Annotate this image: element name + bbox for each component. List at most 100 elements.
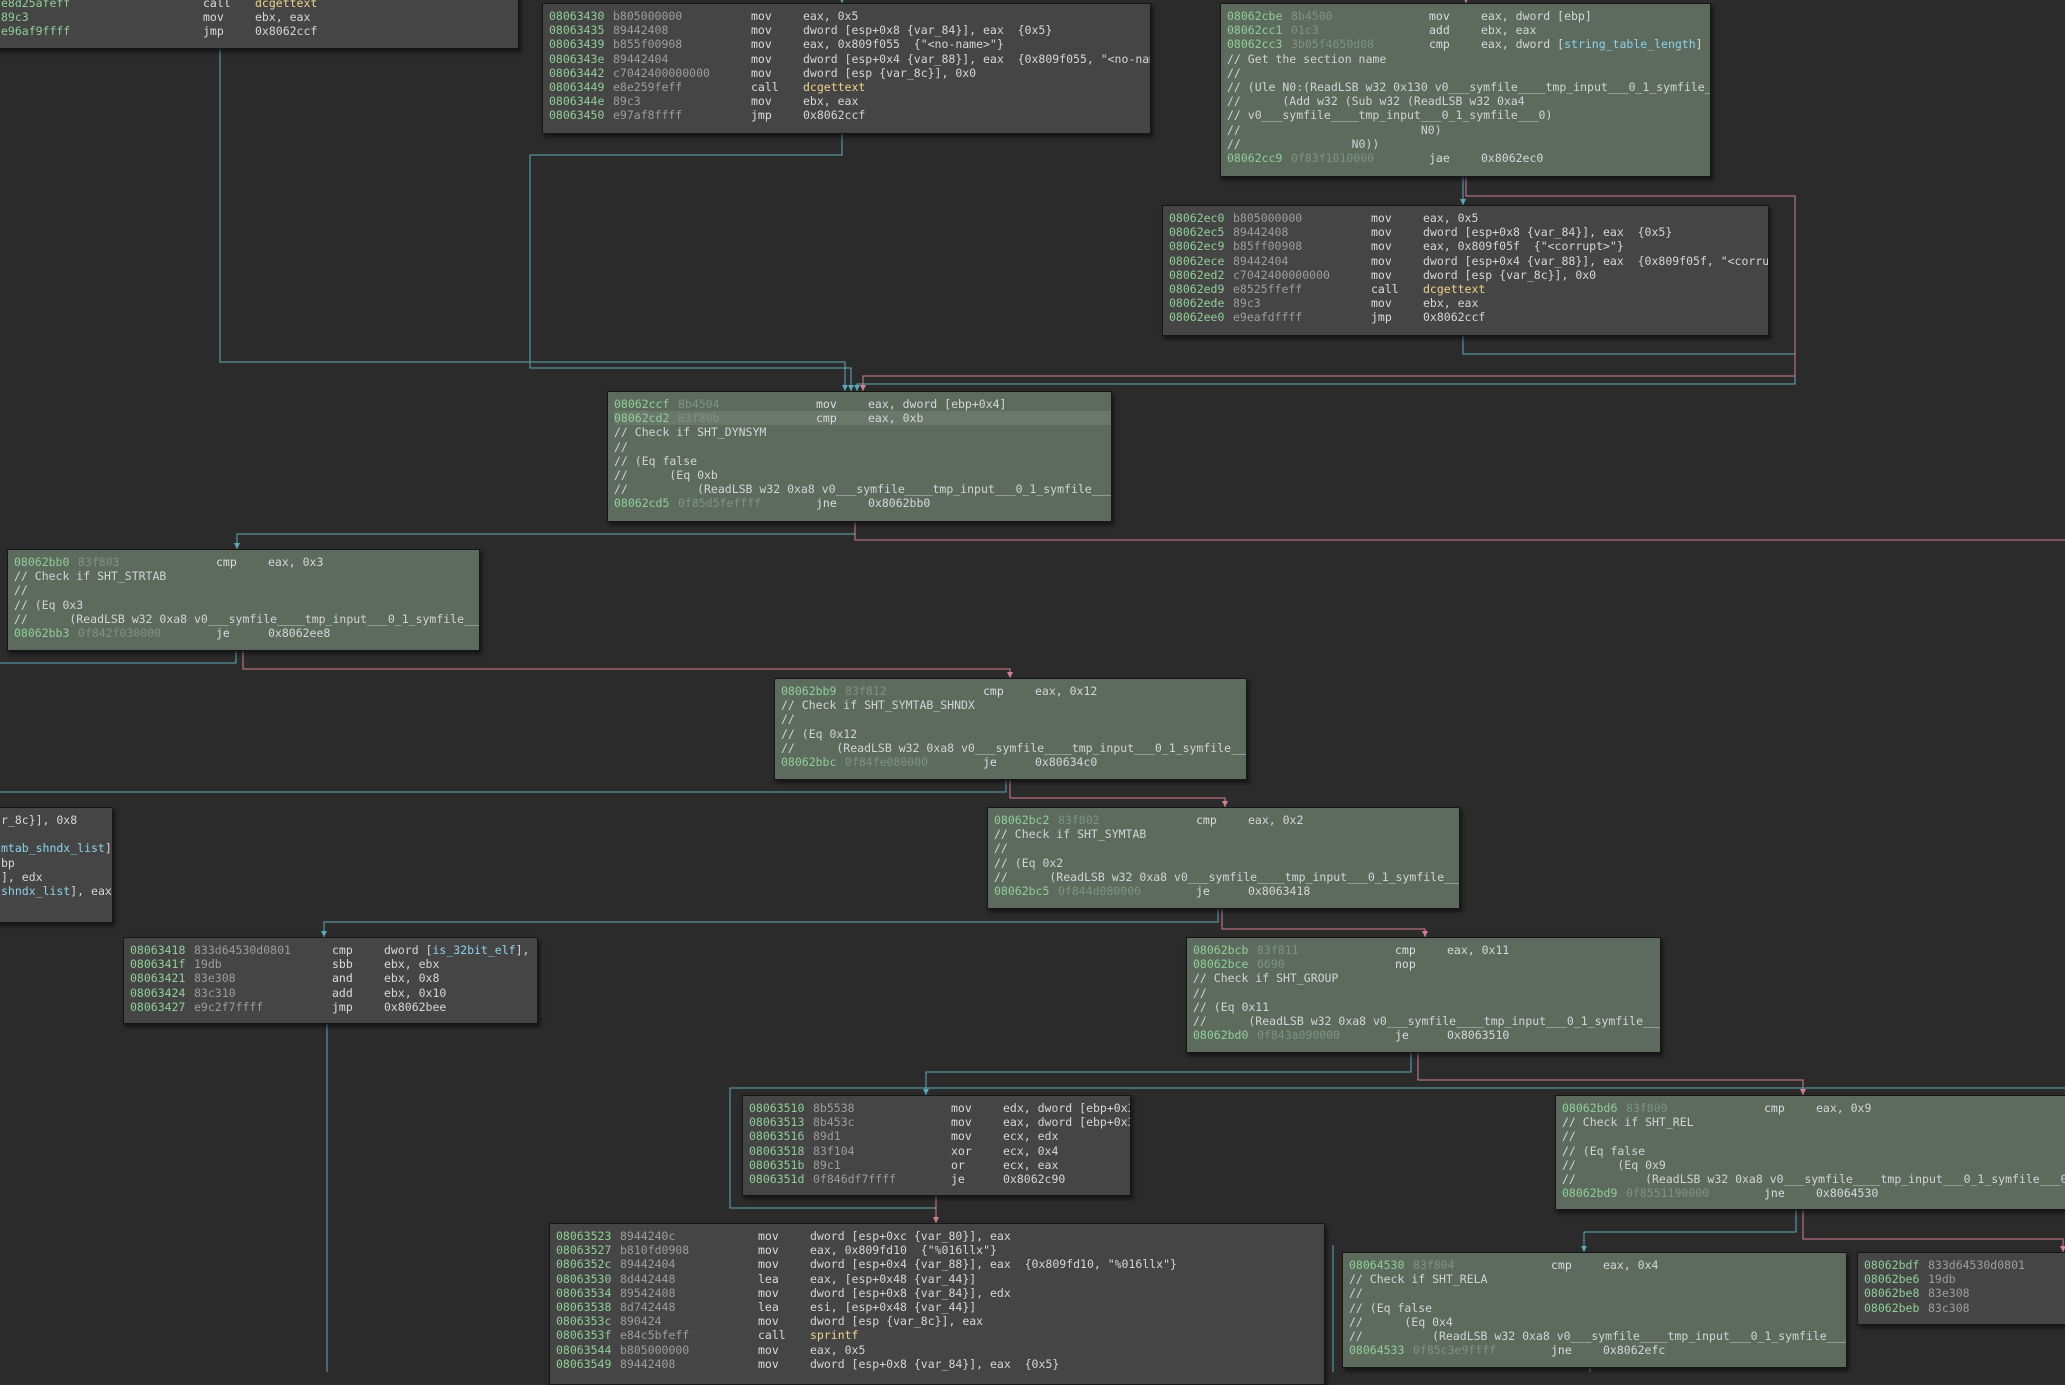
instruction-address[interactable]: 08062cc9 bbox=[1227, 151, 1291, 165]
instruction-address[interactable]: 08063544 bbox=[556, 1343, 620, 1357]
instruction-fragment[interactable]: bp bbox=[1, 856, 112, 870]
instruction-address[interactable]: 0806344e bbox=[549, 94, 613, 108]
instruction-line[interactable]: 08062bcb 83f811 cmp eax, 0x11 bbox=[1193, 943, 1660, 957]
data-symbol[interactable]: mtab_shndx_list bbox=[1, 841, 105, 855]
instruction-line[interactable]: 08062be883e308andebx, 0x8 bbox=[1864, 1286, 2065, 1300]
instruction-line[interactable]: 89c3 mov ebx, eax bbox=[1, 10, 518, 24]
instruction-address[interactable]: 08064533 bbox=[1349, 1343, 1413, 1357]
instruction-address[interactable]: 08062bc5 bbox=[994, 884, 1058, 898]
instruction-address[interactable]: 08062cbe bbox=[1227, 9, 1291, 23]
instruction-address[interactable]: 08062bd9 bbox=[1562, 1186, 1626, 1200]
instruction-address[interactable]: 08062cd5 bbox=[614, 496, 678, 510]
instruction-mnemonic[interactable]: sbb bbox=[332, 957, 384, 971]
instruction-mnemonic[interactable]: jne bbox=[1764, 1186, 1816, 1200]
instruction-address[interactable]: 08062ede bbox=[1169, 296, 1233, 310]
instruction-address[interactable]: 08062bd0 bbox=[1193, 1028, 1257, 1042]
instruction-fragment[interactable]: shndx_list], eax bbox=[1, 884, 112, 898]
instruction-address[interactable]: 08063530 bbox=[556, 1272, 620, 1286]
instruction-address[interactable]: 08063538 bbox=[556, 1300, 620, 1314]
instruction-line[interactable]: 080635138b453c moveax, dword [ebp+0x3c] bbox=[749, 1115, 1130, 1129]
instruction-address[interactable]: 08063424 bbox=[130, 986, 194, 1000]
instruction-line[interactable]: 08062cc9 0f83f1010000 jae 0x8062ec0 bbox=[1227, 151, 1710, 165]
call-target[interactable]: dcgettext bbox=[1423, 282, 1485, 296]
instruction-line[interactable]: 0806341f 19db sbb ebx, ebx bbox=[130, 957, 537, 971]
call-target[interactable]: sprintf bbox=[810, 1328, 858, 1342]
basic-block-b_8063430[interactable]: 08063430 b805000000 mov eax, 0x5 08063435 894… bbox=[542, 3, 1151, 134]
instruction-line[interactable]: 08063418 833d64530d0801 cmp dword [is_32bit… bbox=[130, 943, 537, 957]
instruction-line[interactable]: 08062bc2 83f802 cmp eax, 0x2 bbox=[994, 813, 1459, 827]
basic-block-b_8063523[interactable]: 08063523 8944240c mov dword [esp+0xc {var_8… bbox=[549, 1223, 1325, 1385]
instruction-mnemonic[interactable]: jne bbox=[1551, 1343, 1603, 1357]
instruction-mnemonic[interactable]: jmp bbox=[1371, 310, 1423, 324]
instruction-address[interactable]: 08062cc1 bbox=[1227, 23, 1291, 37]
instruction-fragment[interactable] bbox=[1, 827, 112, 841]
instruction-address[interactable]: 08063510 bbox=[749, 1101, 813, 1115]
instruction-address[interactable]: 0806343e bbox=[549, 52, 613, 66]
instruction-address[interactable]: 0806353c bbox=[556, 1314, 620, 1328]
instruction-mnemonic[interactable]: mov bbox=[758, 1257, 810, 1271]
instruction-mnemonic[interactable]: lea bbox=[758, 1300, 810, 1314]
instruction-address[interactable]: 08062ee0 bbox=[1169, 310, 1233, 324]
instruction-line[interactable]: 08062ece 89442404 mov dword [esp+0x4 {var_8… bbox=[1169, 254, 1768, 268]
instruction-fragment[interactable]: r_8c}], 0x8 bbox=[1, 813, 112, 827]
instruction-mnemonic[interactable]: mov bbox=[758, 1243, 810, 1257]
instruction-address[interactable]: 08062bb9 bbox=[781, 684, 845, 698]
instruction-line[interactable]: 08062ee0 e9eafdffff jmp 0x8062ccf bbox=[1169, 310, 1768, 324]
instruction-address[interactable]: 08063435 bbox=[549, 23, 613, 37]
instruction-mnemonic[interactable]: mov bbox=[758, 1343, 810, 1357]
instruction-mnemonic[interactable]: cmp bbox=[1764, 1101, 1816, 1115]
instruction-address[interactable]: 08062ed2 bbox=[1169, 268, 1233, 282]
basic-block-b_8062ccf[interactable]: 08062ccf 8b4504 mov eax, dword [ebp+0x4] 080… bbox=[607, 391, 1112, 522]
instruction-line[interactable]: 08064530 83f804 cmp eax, 0x4 bbox=[1349, 1258, 1846, 1272]
instruction-line[interactable]: e8d25afeff call dcgettext bbox=[1, 0, 518, 10]
instruction-mnemonic[interactable]: cmp bbox=[816, 411, 868, 425]
instruction-line[interactable]: 08063534 89542408 mov dword [esp+0x8 {var_8… bbox=[556, 1286, 1324, 1300]
instruction-line[interactable]: 08062bb3 0f842f030000 je 0x8062ee8 bbox=[14, 626, 479, 640]
instruction-address[interactable]: 08063450 bbox=[549, 108, 613, 122]
instruction-mnemonic[interactable]: call bbox=[751, 80, 803, 94]
instruction-mnemonic[interactable]: cmp bbox=[332, 943, 384, 957]
basic-block-b_8062bdf[interactable]: 08062bdf833d64530d0801cmpdword [is_32bit… bbox=[1857, 1252, 2065, 1325]
instruction-line[interactable]: 08063530 8d442448 lea eax, [esp+0x48 {var_4… bbox=[556, 1272, 1324, 1286]
basic-block-b_8062bb9[interactable]: 08062bb9 83f812 cmp eax, 0x12 // Check if SH… bbox=[774, 678, 1247, 780]
instruction-mnemonic[interactable]: cmp bbox=[1395, 943, 1447, 957]
instruction-mnemonic[interactable]: je bbox=[1196, 884, 1248, 898]
instruction-address[interactable]: 08062bb3 bbox=[14, 626, 78, 640]
instruction-mnemonic[interactable]: mov bbox=[758, 1357, 810, 1371]
instruction-mnemonic[interactable]: je bbox=[1395, 1028, 1447, 1042]
instruction-line[interactable]: 08062ec5 89442408 mov dword [esp+0x8 {var_8… bbox=[1169, 225, 1768, 239]
instruction-mnemonic[interactable]: cmp bbox=[1429, 37, 1481, 51]
instruction-address[interactable]: 08062bdf bbox=[1864, 1258, 1928, 1272]
instruction-address[interactable]: 0806351d bbox=[749, 1172, 813, 1186]
instruction-line[interactable]: 0806353c 890424 mov dword [esp {var_8c}], e… bbox=[556, 1314, 1324, 1328]
instruction-line[interactable]: 08063516 89d1 mov ecx, edx bbox=[749, 1129, 1130, 1143]
instruction-mnemonic[interactable]: mov bbox=[816, 397, 868, 411]
instruction-mnemonic[interactable]: mov bbox=[1429, 9, 1481, 23]
basic-block-b_8064530[interactable]: 08064530 83f804 cmp eax, 0x4 // Check if SHT… bbox=[1342, 1252, 1847, 1368]
instruction-line[interactable]: 08062ed9 e8525ffeff call dcgettext bbox=[1169, 282, 1768, 296]
instruction-mnemonic[interactable]: lea bbox=[758, 1272, 810, 1286]
instruction-fragment[interactable]: ], edx bbox=[1, 870, 112, 884]
graph-canvas[interactable]: e8d25afeff call dcgettext 89c3 mov ebx, eax e9… bbox=[0, 0, 2065, 1385]
instruction-mnemonic[interactable]: mov bbox=[751, 52, 803, 66]
instruction-line[interactable]: 08063450 e97af8ffff jmp 0x8062ccf bbox=[549, 108, 1150, 122]
instruction-line[interactable]: 08062cd5 0f85d5feffff jne 0x8062bb0 bbox=[614, 496, 1111, 510]
instruction-line[interactable]: 08062bc5 0f844d080000 je 0x8063418 bbox=[994, 884, 1459, 898]
instruction-address[interactable]: 08063427 bbox=[130, 1000, 194, 1014]
instruction-mnemonic[interactable]: jne bbox=[816, 496, 868, 510]
instruction-line[interactable]: 08062cbe 8b4500 mov eax, dword [ebp] bbox=[1227, 9, 1710, 23]
basic-block-b_8063510[interactable]: 080635108b5538movedx, dword [ebp+0x38]08… bbox=[742, 1095, 1131, 1196]
instruction-address[interactable]: 08063516 bbox=[749, 1129, 813, 1143]
instruction-line[interactable]: 08063435 89442408 mov dword [esp+0x8 {var_8… bbox=[549, 23, 1150, 37]
data-symbol[interactable]: shndx_list bbox=[1, 884, 70, 898]
instruction-mnemonic[interactable]: cmp bbox=[983, 684, 1035, 698]
instruction-address[interactable]: 08063439 bbox=[549, 37, 613, 51]
instruction-address[interactable]: 08062bb0 bbox=[14, 555, 78, 569]
instruction-line[interactable]: 08063421 83e308 and ebx, 0x8 bbox=[130, 971, 537, 985]
basic-block-b_left_mid[interactable]: r_8c}], 0x8 mtab_shndx_list] bp], edx shndx… bbox=[0, 807, 113, 923]
instruction-line[interactable]: 08063518 83f104 xor ecx, 0x4 bbox=[749, 1144, 1130, 1158]
instruction-line[interactable]: 08062bd0 0f843a090000 je 0x8063510 bbox=[1193, 1028, 1660, 1042]
instruction-line[interactable]: 0806351d 0f846df7ffff je 0x8062c90 bbox=[749, 1172, 1130, 1186]
instruction-line[interactable]: 0806352c 89442404 mov dword [esp+0x4 {var_8… bbox=[556, 1257, 1324, 1271]
instruction-address[interactable]: 08062ec0 bbox=[1169, 211, 1233, 225]
